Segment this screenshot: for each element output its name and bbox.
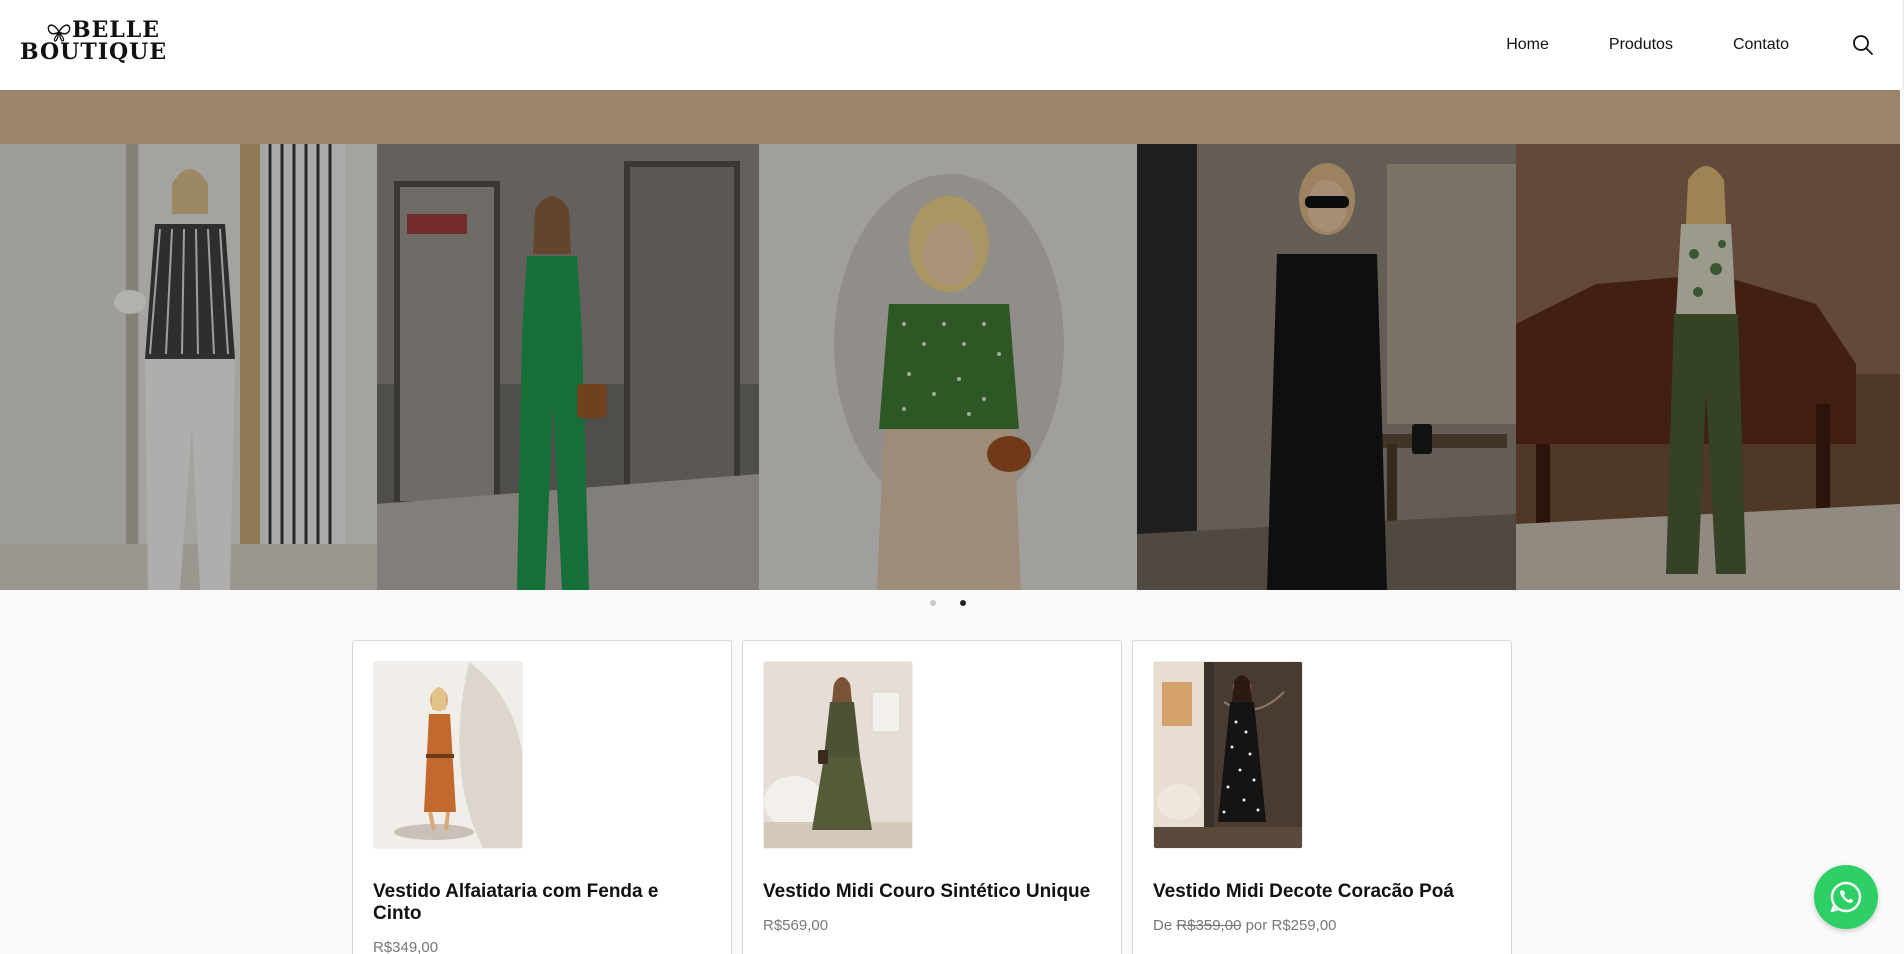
search-button[interactable]: [1849, 31, 1877, 59]
main-nav: Home Produtos Contato: [1506, 0, 1903, 90]
product-card[interactable]: Vestido Midi Decote Coracão Poá De R$359…: [1132, 640, 1512, 954]
carousel-dot-2[interactable]: [960, 600, 966, 606]
nav-produtos-link[interactable]: Produtos: [1609, 36, 1673, 54]
price-prefix: De: [1153, 917, 1173, 934]
model-green-pants-image: [1516, 144, 1900, 590]
product-price: R$569,00: [763, 917, 829, 934]
leather-dress-photo: [764, 662, 912, 848]
product-image[interactable]: [373, 661, 523, 849]
product-image[interactable]: [763, 661, 913, 849]
product-title[interactable]: Vestido Midi Couro Sintético Unique: [763, 881, 1101, 903]
product-price: De R$359,00 por R$259,00: [1153, 917, 1491, 934]
hero-slide-5[interactable]: [1516, 144, 1900, 590]
whatsapp-button[interactable]: [1814, 865, 1878, 929]
product-grid: Vestido Alfaiataria com Fenda e Cinto R$…: [352, 640, 1512, 954]
hero-slide-4[interactable]: [1137, 144, 1516, 590]
search-icon: [1853, 35, 1873, 55]
logo-text-line2: BOUTIQUE: [20, 39, 168, 65]
price-mid: por: [1245, 917, 1268, 934]
product-price: R$349,00: [373, 939, 439, 954]
price-new: R$259,00: [1271, 917, 1337, 934]
nav-home-link[interactable]: Home: [1506, 36, 1549, 54]
product-title[interactable]: Vestido Alfaiataria com Fenda e Cinto: [373, 881, 711, 925]
model-green-jumpsuit-image: [377, 144, 759, 590]
product-card[interactable]: Vestido Midi Couro Sintético Unique R$56…: [742, 640, 1122, 954]
butterfly-logo-icon: [47, 24, 71, 42]
product-title[interactable]: Vestido Midi Decote Coracão Poá: [1153, 881, 1491, 903]
price-old: R$359,00: [1176, 917, 1242, 934]
model-black-dress-image: [1137, 144, 1516, 590]
hero-top-band: [0, 90, 1900, 144]
product-card[interactable]: Vestido Alfaiataria com Fenda e Cinto R$…: [352, 640, 732, 954]
whatsapp-icon: [1830, 881, 1862, 913]
hero-slide-2[interactable]: [377, 144, 759, 590]
nav-contato-link[interactable]: Contato: [1733, 36, 1789, 54]
hero-carousel[interactable]: [0, 144, 1900, 590]
product-image[interactable]: [1153, 661, 1303, 849]
model-green-dotted-top-image: [759, 144, 1137, 590]
polka-dot-dress-photo: [1154, 662, 1302, 848]
model-white-pants-image: [0, 144, 377, 590]
orange-dress-photo: [374, 662, 522, 848]
hero-slide-1[interactable]: [0, 144, 377, 590]
brand-logo[interactable]: BELLE BOUTIQUE: [20, 18, 168, 72]
carousel-dot-1[interactable]: [930, 600, 936, 606]
carousel-dots: [930, 600, 966, 606]
site-header: BELLE BOUTIQUE Home Produtos Contato: [0, 0, 1904, 90]
hero-slide-3[interactable]: [759, 144, 1137, 590]
